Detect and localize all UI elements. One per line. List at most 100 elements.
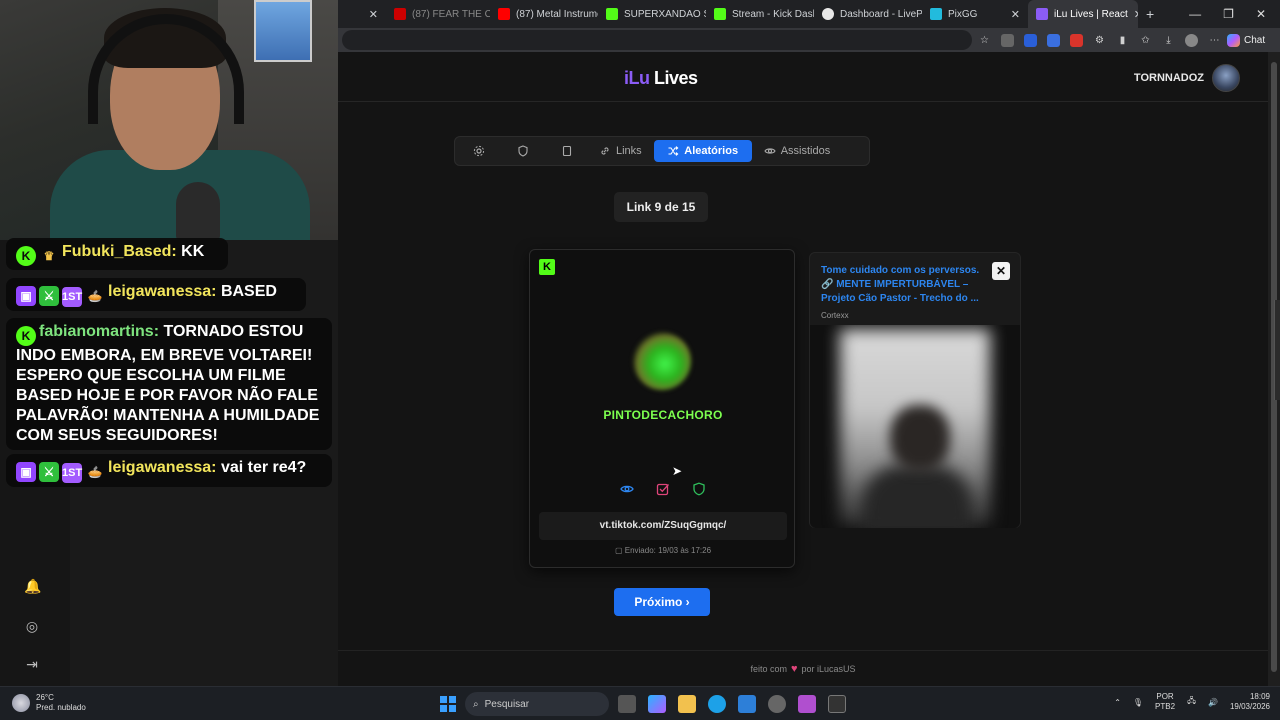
- notepad-icon[interactable]: [828, 695, 846, 713]
- lang-line-1: POR: [1156, 692, 1174, 701]
- sword-badge-icon: ⚔: [39, 462, 59, 482]
- shield-icon[interactable]: [692, 482, 706, 496]
- app-icon[interactable]: [798, 695, 816, 713]
- browser-tab-active[interactable]: iLu Lives | React ✕: [1028, 0, 1138, 28]
- obs-icon[interactable]: [768, 695, 786, 713]
- close-preview-button[interactable]: ✕: [992, 262, 1010, 280]
- mouse-cursor-icon: ➤: [672, 464, 683, 478]
- chat-username: leigawanessa:: [108, 459, 217, 476]
- taskbar-search[interactable]: ⌕ Pesquisar: [465, 692, 609, 716]
- help-lifebuoy-icon[interactable]: ◎: [24, 618, 40, 634]
- network-icon[interactable]: 🖧: [1187, 695, 1196, 709]
- temperature: 26°C: [36, 693, 54, 702]
- clock-date: 19/03/2026: [1229, 702, 1270, 711]
- copilot-icon[interactable]: [648, 695, 666, 713]
- chevron-up-icon[interactable]: ⌃: [1114, 698, 1121, 707]
- favorites-icon[interactable]: ✩: [1139, 34, 1152, 47]
- profile-icon[interactable]: [1185, 33, 1198, 47]
- gear-icon: [473, 145, 485, 157]
- tab-watched[interactable]: Assistidos: [756, 140, 839, 162]
- tab-links[interactable]: Links: [591, 140, 650, 162]
- tab-title: iLu Lives | React: [1054, 8, 1128, 20]
- first-badge: 1ST: [62, 463, 82, 483]
- site-header: iLu Lives TORNNADOZ: [338, 52, 1268, 102]
- sent-text: Enviado: 19/03 às 17:26: [624, 546, 712, 555]
- preview-title[interactable]: Tome cuidado com os perversos. 🔗 MENTE I…: [821, 264, 993, 306]
- chat-message: Kfabianomartins: TORNADO ESTOU INDO EMBO…: [6, 318, 332, 450]
- minimize-icon[interactable]: —: [1189, 7, 1201, 21]
- mark-watched-icon[interactable]: [656, 482, 670, 496]
- preview-thumbnail[interactable]: [810, 325, 1020, 528]
- weather-widget[interactable]: 26°C Pred. nublado: [12, 693, 86, 713]
- start-button[interactable]: [440, 696, 456, 712]
- heart-icon: ♥: [790, 662, 798, 675]
- tab-title: Dashboard - LivePix: [840, 8, 922, 20]
- copilot-chat-button[interactable]: Chat: [1227, 33, 1265, 47]
- extension-icon[interactable]: [1001, 33, 1014, 47]
- photos-icon[interactable]: [738, 695, 756, 713]
- download-icon[interactable]: ⤓: [1162, 34, 1175, 47]
- chat-username: Fubuki_Based:: [62, 243, 177, 260]
- browser-tab[interactable]: Dashboard - LivePix ✕: [814, 0, 922, 28]
- clock[interactable]: 18:09 19/03/2026: [1230, 692, 1270, 712]
- pie-badge-icon: 🥧: [87, 289, 103, 303]
- tab-links-label: Links: [616, 145, 642, 157]
- browser-tab[interactable]: Stream - Kick Dashb ✕: [706, 0, 814, 28]
- eye-icon[interactable]: [620, 482, 634, 496]
- translate-icon[interactable]: [1047, 33, 1060, 47]
- more-menu-icon[interactable]: ⋯: [1208, 34, 1221, 47]
- file-explorer-icon[interactable]: [678, 695, 696, 713]
- tab-title: PixGG: [948, 8, 978, 20]
- close-window-icon[interactable]: ✕: [1256, 7, 1266, 21]
- browser-tab[interactable]: (87) FEAR THE CLO ✕: [386, 0, 490, 28]
- split-screen-icon[interactable]: ▮: [1116, 34, 1129, 47]
- ilu-favicon-icon: [1036, 8, 1048, 20]
- youtube-favicon-icon: [498, 8, 510, 20]
- close-tab-icon[interactable]: ✕: [1011, 8, 1020, 21]
- close-tab-icon[interactable]: ✕: [369, 8, 378, 21]
- restore-icon[interactable]: ❐: [1223, 7, 1234, 21]
- next-button[interactable]: Próximo ›: [614, 588, 710, 616]
- user-menu[interactable]: TORNNADOZ: [1134, 64, 1240, 92]
- kick-favicon-icon: [606, 8, 618, 20]
- thumbnail-body: [862, 465, 972, 528]
- sword-badge-icon: ⚔: [39, 286, 59, 306]
- new-tab-button[interactable]: +: [1138, 0, 1164, 28]
- task-view-icon[interactable]: [618, 695, 636, 713]
- tab-saved[interactable]: [547, 140, 587, 162]
- lang-line-2: PTB2: [1155, 702, 1176, 711]
- notifications-bell-icon[interactable]: 🔔: [24, 578, 41, 594]
- windows-taskbar: 26°C Pred. nublado ⌕ Pesquisar ⌃ 🎙 POR P…: [0, 686, 1280, 720]
- link-url[interactable]: vt.tiktok.com/ZSuqGgmqc/: [539, 512, 787, 540]
- url-input[interactable]: [342, 30, 972, 50]
- sent-timestamp: ▢ Enviado: 19/03 às 17:26: [530, 546, 796, 555]
- extensions-puzzle-icon[interactable]: ⚙: [1093, 34, 1106, 47]
- username: TORNNADOZ: [1133, 72, 1204, 84]
- system-tray: ⌃ 🎙 POR PTB2 🖧 🔊 18:09 19/03/2026: [1114, 692, 1270, 712]
- kick-icon: K: [539, 259, 555, 275]
- main-nav: Links Aleatórios Assistidos: [454, 136, 870, 166]
- tab-title: Stream - Kick Dashb: [732, 8, 814, 20]
- browser-tab[interactable]: (87) Metal Instrume ✕: [490, 0, 598, 28]
- tab-random[interactable]: Aleatórios: [653, 140, 752, 162]
- extension-icon[interactable]: [1024, 33, 1037, 47]
- site-logo[interactable]: iLu Lives: [624, 68, 698, 89]
- pixgg-favicon-icon: [930, 8, 942, 20]
- tab-moderation[interactable]: [503, 140, 543, 162]
- tab-settings[interactable]: [459, 140, 499, 162]
- chat-text: KK: [176, 243, 205, 260]
- browser-tab[interactable]: ✕: [338, 0, 386, 28]
- edge-icon[interactable]: [708, 695, 726, 713]
- browser-tab[interactable]: SUPERXANDAO Str ✕: [598, 0, 706, 28]
- twitch-badge-icon: ▣: [16, 286, 36, 306]
- logout-icon[interactable]: ⇥: [24, 656, 40, 672]
- tab-random-label: Aleatórios: [684, 145, 739, 157]
- star-icon[interactable]: ☆: [978, 34, 991, 47]
- volume-icon[interactable]: 🔊: [1208, 698, 1218, 707]
- extension-icon[interactable]: [1070, 33, 1083, 47]
- search-icon: ⌕: [473, 698, 479, 710]
- microphone-icon[interactable]: 🎙: [1133, 698, 1143, 707]
- language-indicator[interactable]: POR PTB2: [1155, 692, 1175, 712]
- site-footer: feito com ♥ por iLucasUS: [338, 650, 1268, 686]
- browser-tab[interactable]: PixGG ✕: [922, 0, 1028, 28]
